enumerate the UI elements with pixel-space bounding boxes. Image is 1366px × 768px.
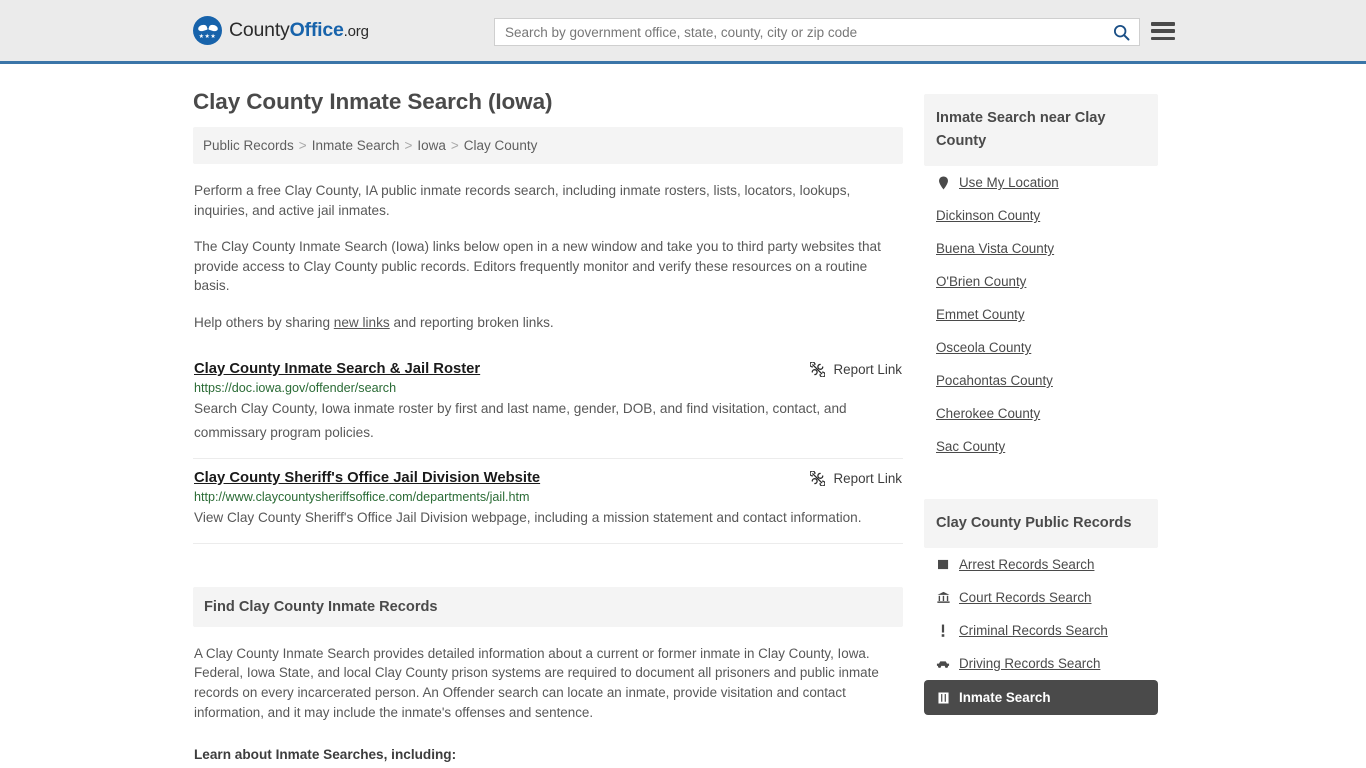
report-link-label: Report Link (833, 470, 902, 486)
result-item: Clay County Sheriff's Office Jail Divisi… (193, 459, 903, 544)
result-item: Clay County Inmate Search & Jail Roster … (193, 350, 903, 459)
sidebar-item-osceola-county[interactable]: Osceola County (924, 331, 1158, 364)
find-records-heading: Find Clay County Inmate Records (193, 586, 903, 627)
breadcrumb-item-clay-county[interactable]: Clay County (464, 138, 538, 153)
sidebar-link[interactable]: Sac County (936, 439, 1005, 454)
eagle-seal-icon: ★★★ (193, 16, 222, 45)
sidebar-link[interactable]: Pocahontas County (936, 373, 1053, 388)
breadcrumb-item-inmate-search[interactable]: Inmate Search (312, 138, 400, 153)
result-title-link[interactable]: Clay County Sheriff's Office Jail Divisi… (194, 470, 540, 486)
breadcrumb-separator: > (298, 138, 307, 153)
report-link-button[interactable]: Report Link (809, 470, 902, 486)
main-content: Clay County Inmate Search (Iowa) Public … (193, 64, 903, 768)
intro-p3-after: and reporting broken links. (389, 314, 554, 330)
find-records-paragraph: A Clay County Inmate Search provides det… (194, 645, 879, 720)
report-link-label: Report Link (833, 361, 902, 377)
hamburger-menu-icon[interactable] (1151, 20, 1175, 42)
learn-about-heading: Learn about Inmate Searches, including: (194, 746, 457, 762)
sidebar-link[interactable]: O'Brien County (936, 274, 1026, 289)
site-logo[interactable]: ★★★ CountyOffice.org (193, 16, 369, 45)
breadcrumb-separator: > (450, 138, 459, 153)
logo-text-county: County (229, 19, 290, 41)
breadcrumb-separator: > (404, 138, 413, 153)
sidebar-link[interactable]: Court Records Search (959, 590, 1091, 605)
page-body: Clay County Inmate Search (Iowa) Public … (0, 64, 1366, 768)
logo-text-org: .org (343, 23, 369, 40)
logo-text-office: Office (289, 19, 344, 41)
breadcrumb-item-iowa[interactable]: Iowa (417, 138, 446, 153)
result-header: Clay County Inmate Search & Jail Roster … (194, 361, 902, 377)
sidebar-link[interactable]: Dickinson County (936, 208, 1040, 223)
sidebar-item-buena-vista-county[interactable]: Buena Vista County (924, 232, 1158, 265)
result-description: View Clay County Sheriff's Office Jail D… (194, 509, 862, 525)
exclamation-icon (936, 624, 950, 637)
sidebar-link[interactable]: Emmet County (936, 307, 1025, 322)
sidebar-link[interactable]: Criminal Records Search (959, 623, 1108, 638)
sidebar-item-inmate-search[interactable]: Inmate Search (924, 680, 1158, 715)
sidebar-link[interactable]: Buena Vista County (936, 241, 1054, 256)
sidebar-item-dickinson-county[interactable]: Dickinson County (924, 199, 1158, 232)
result-url: https://doc.iowa.gov/offender/search (194, 380, 397, 395)
sidebar-item-use-my-location[interactable]: Use My Location (924, 166, 1158, 199)
search-input[interactable] (495, 19, 1103, 45)
result-title-link[interactable]: Clay County Inmate Search & Jail Roster (194, 361, 480, 377)
sidebar-public-records-list: Arrest Records Search Court Records Sear… (924, 548, 1158, 715)
sidebar-nearby-list: Use My Location Dickinson County Buena V… (924, 166, 1158, 463)
sidebar-link[interactable]: Cherokee County (936, 406, 1040, 421)
map-pin-icon (936, 176, 950, 190)
intro-text: Perform a free Clay County, IA public in… (193, 181, 903, 333)
search-bar[interactable] (494, 18, 1140, 46)
sidebar-item-criminal-records[interactable]: Criminal Records Search (924, 614, 1158, 647)
sidebar-link[interactable]: Osceola County (936, 340, 1031, 355)
site-header: ★★★ CountyOffice.org (0, 0, 1366, 64)
breadcrumb-item-public-records[interactable]: Public Records (203, 138, 294, 153)
search-button[interactable] (1103, 19, 1139, 45)
intro-paragraph-1: Perform a free Clay County, IA public in… (194, 183, 851, 218)
sidebar-item-emmet-county[interactable]: Emmet County (924, 298, 1158, 331)
result-header: Clay County Sheriff's Office Jail Divisi… (194, 470, 902, 486)
intro-paragraph-2: The Clay County Inmate Search (Iowa) lin… (194, 239, 881, 294)
sidebar-public-records-block: Clay County Public Records Arrest Record… (924, 499, 1158, 715)
sidebar-item-obrien-county[interactable]: O'Brien County (924, 265, 1158, 298)
sidebar-link[interactable]: Use My Location (959, 175, 1059, 190)
square-icon (936, 559, 950, 570)
page-title: Clay County Inmate Search (Iowa) (193, 89, 553, 114)
sidebar-item-driving-records[interactable]: Driving Records Search (924, 647, 1158, 680)
sidebar-item-arrest-records[interactable]: Arrest Records Search (924, 548, 1158, 581)
logo-stars: ★★★ (198, 34, 217, 40)
sidebar-public-records-heading: Clay County Public Records (924, 499, 1158, 548)
sidebar-item-sac-county[interactable]: Sac County (924, 430, 1158, 463)
new-links-link[interactable]: new links (334, 315, 390, 330)
sidebar: Inmate Search near Clay County Use My Lo… (924, 64, 1158, 715)
sidebar-link[interactable]: Arrest Records Search (959, 557, 1094, 572)
breadcrumb: Public Records > Inmate Search > Iowa > Clay C… (193, 127, 903, 164)
intro-p3-before: Help others by sharing (194, 314, 334, 330)
sidebar-nearby-heading: Inmate Search near Clay County (924, 94, 1158, 166)
result-description: Search Clay County, Iowa inmate roster b… (194, 400, 847, 440)
find-records-body: A Clay County Inmate Search provides det… (193, 644, 903, 765)
sidebar-nearby-block: Inmate Search near Clay County Use My Lo… (924, 94, 1158, 463)
broken-link-icon (809, 470, 825, 486)
broken-link-icon (809, 361, 825, 377)
intro-paragraph-3: Help others by sharing new links and rep… (194, 313, 902, 333)
car-icon (936, 659, 950, 669)
report-link-button[interactable]: Report Link (809, 361, 902, 377)
sidebar-link[interactable]: Inmate Search (959, 690, 1051, 705)
sidebar-item-pocahontas-county[interactable]: Pocahontas County (924, 364, 1158, 397)
result-url: http://www.claycountysheriffsoffice.com/… (194, 489, 530, 504)
sidebar-link[interactable]: Driving Records Search (959, 656, 1100, 671)
logo-text: CountyOffice.org (229, 19, 369, 42)
sidebar-item-court-records[interactable]: Court Records Search (924, 581, 1158, 614)
inmate-icon (936, 692, 950, 704)
search-icon (1113, 24, 1129, 40)
sidebar-item-cherokee-county[interactable]: Cherokee County (924, 397, 1158, 430)
courthouse-icon (936, 591, 950, 604)
